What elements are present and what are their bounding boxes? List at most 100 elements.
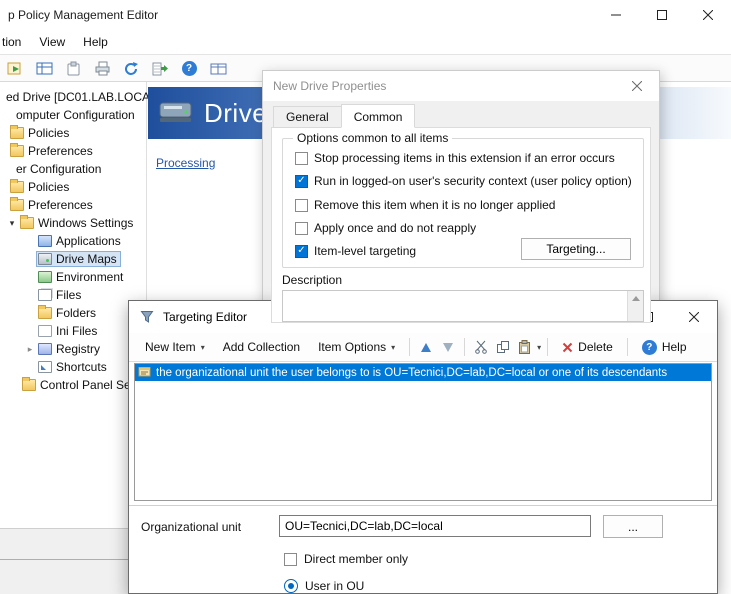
add-collection-button[interactable]: Add Collection	[215, 337, 308, 357]
delete-label: Delete	[578, 340, 613, 354]
description-label: Description	[282, 273, 342, 287]
minimize-icon	[611, 10, 621, 20]
tree-item-registry[interactable]: ▸Registry	[0, 340, 146, 358]
radio-button[interactable]	[284, 579, 298, 593]
targeting-toolbar: New Item ▾ Add Collection Item Options ▾	[129, 333, 717, 362]
refresh-icon[interactable]	[120, 57, 142, 79]
dialog-tabs: General Common	[273, 106, 414, 128]
option-item-level-targeting[interactable]: Item-level targeting	[295, 243, 416, 259]
clipboard-icon[interactable]	[62, 57, 84, 79]
user-in-ou-option[interactable]: User in OU	[284, 579, 364, 593]
tree-item-shortcuts[interactable]: Shortcuts	[0, 358, 146, 376]
option-run-in-user-context[interactable]: Run in logged-on user's security context…	[295, 173, 632, 189]
option-label: Remove this item when it is no longer ap…	[314, 198, 555, 212]
list-view-icon[interactable]	[207, 57, 229, 79]
tree-item-environment[interactable]: Environment	[0, 268, 146, 286]
checkbox[interactable]	[284, 553, 297, 566]
tree-item-folders[interactable]: Folders	[0, 304, 146, 322]
processing-link[interactable]: Processing	[156, 156, 215, 170]
scroll-up-button[interactable]	[628, 291, 643, 305]
option-stop-processing[interactable]: Stop processing items in this extension …	[295, 150, 615, 166]
checkbox[interactable]	[295, 222, 308, 235]
direct-member-only-label: Direct member only	[304, 552, 408, 566]
help-icon[interactable]: ?	[178, 57, 200, 79]
option-remove-when-not-applied[interactable]: Remove this item when it is no longer ap…	[295, 197, 555, 213]
tree-item-ini-files[interactable]: Ini Files	[0, 322, 146, 340]
tree-item-drive-maps[interactable]: Drive Maps	[0, 250, 146, 268]
close-icon	[689, 312, 699, 322]
close-button[interactable]	[614, 71, 659, 101]
minimize-button[interactable]	[593, 0, 639, 30]
menu-action[interactable]: tion	[0, 35, 30, 49]
tree-item-windows-settings[interactable]: ▾Windows Settings	[0, 214, 146, 232]
move-up-button[interactable]	[416, 337, 436, 357]
option-label: Run in logged-on user's security context…	[314, 174, 632, 188]
tree-item-files[interactable]: Files	[0, 286, 146, 304]
dialog-titlebar[interactable]: New Drive Properties	[263, 71, 659, 101]
checkbox[interactable]	[295, 245, 308, 258]
move-down-icon	[443, 343, 453, 352]
maximize-button[interactable]	[639, 0, 685, 30]
direct-member-only-option[interactable]: Direct member only	[284, 552, 408, 566]
checkbox[interactable]	[295, 152, 308, 165]
tree-scrollbar-area[interactable]	[0, 528, 146, 594]
tree-item-computer-configuration[interactable]: omputer Configuration	[0, 106, 146, 124]
paste-button[interactable]	[515, 337, 535, 357]
menu-view[interactable]: View	[30, 35, 74, 49]
checkbox[interactable]	[295, 175, 308, 188]
menu-help[interactable]: Help	[74, 35, 117, 49]
tab-common[interactable]: Common	[341, 104, 416, 128]
tree-item-preferences[interactable]: Preferences	[0, 196, 146, 214]
gpme-titlebar[interactable]: p Policy Management Editor	[0, 0, 731, 30]
console-window-icon[interactable]	[4, 57, 26, 79]
option-apply-once[interactable]: Apply once and do not reapply	[295, 220, 476, 236]
close-icon	[703, 10, 713, 20]
option-label: Item-level targeting	[314, 244, 416, 258]
tree-item-policies[interactable]: Policies	[0, 124, 146, 142]
dialog-title: New Drive Properties	[273, 71, 386, 101]
tree-item-preferences[interactable]: Preferences	[0, 142, 146, 160]
delete-button[interactable]: Delete	[554, 337, 621, 357]
copy-button[interactable]	[493, 337, 513, 357]
tree-item-gpo-root[interactable]: ed Drive [DC01.LAB.LOCA	[0, 88, 146, 106]
org-unit-label: Organizational unit	[141, 520, 241, 534]
collapsed-chevron-icon[interactable]: ▸	[24, 344, 36, 355]
description-scrollbar[interactable]	[627, 291, 643, 321]
console-tree-icon[interactable]	[33, 57, 55, 79]
close-button[interactable]	[671, 301, 717, 333]
console-tree: ed Drive [DC01.LAB.LOCA omputer Configur…	[0, 82, 147, 594]
ou-item-icon	[138, 365, 151, 380]
help-icon: ?	[642, 340, 657, 355]
new-item-button[interactable]: New Item ▾	[137, 337, 213, 357]
org-unit-input[interactable]	[279, 515, 591, 537]
tab-general[interactable]: General	[273, 106, 342, 128]
user-in-ou-label: User in OU	[305, 579, 364, 593]
groupbox-legend: Options common to all items	[293, 131, 452, 145]
export-list-icon[interactable]	[149, 57, 171, 79]
tree-item-policies[interactable]: Policies	[0, 178, 146, 196]
cut-button[interactable]	[471, 337, 491, 357]
expanded-arrow-icon[interactable]: ▾	[6, 218, 18, 229]
maximize-icon	[657, 10, 667, 20]
tree-item-control-panel-settings[interactable]: Control Panel Sett	[0, 376, 146, 394]
item-options-button[interactable]: Item Options ▾	[310, 337, 403, 357]
registry-icon	[38, 343, 52, 355]
folder-icon	[10, 145, 24, 157]
targeting-items-list[interactable]: the organizational unit the user belongs…	[134, 363, 712, 501]
move-down-button[interactable]	[438, 337, 458, 357]
help-button[interactable]: ? Help	[634, 337, 695, 358]
help-label: Help	[662, 340, 687, 354]
toolbar-separator	[464, 338, 465, 356]
tree-item-user-configuration[interactable]: er Configuration	[0, 160, 146, 178]
print-icon[interactable]	[91, 57, 113, 79]
close-button[interactable]	[685, 0, 731, 30]
paste-caret-down-icon[interactable]: ▾	[537, 343, 541, 352]
caret-down-icon: ▾	[201, 343, 205, 352]
help-glyph: ?	[182, 61, 197, 76]
tree-item-applications[interactable]: Applications	[0, 232, 146, 250]
targeting-button[interactable]: Targeting...	[521, 238, 631, 260]
browse-button[interactable]: ...	[603, 515, 663, 538]
checkbox[interactable]	[295, 199, 308, 212]
targeting-item-ou[interactable]: the organizational unit the user belongs…	[135, 364, 711, 381]
folders-icon	[38, 307, 52, 319]
